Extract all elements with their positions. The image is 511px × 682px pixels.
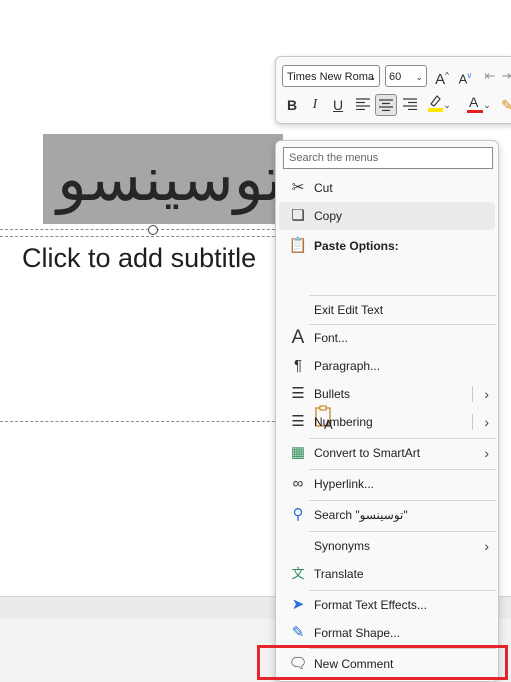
clipboard-icon: 📋 (288, 237, 308, 254)
align-right-button[interactable] (399, 94, 421, 116)
menu-item-label: Format Text Effects... (314, 598, 427, 612)
scissors-icon: ✂ (291, 179, 305, 196)
smartart-icon: ▦ (290, 444, 306, 461)
shrink-font-button[interactable]: Av (454, 65, 476, 87)
format-shape-icon: ✎ (291, 624, 305, 641)
menu-item-search[interactable]: ⚲ Search "توسینسو" (279, 501, 495, 529)
font-name-dropdown[interactable]: Times New Roma ⌄ (282, 65, 380, 87)
font-size-dropdown[interactable]: 60 ⌄ (385, 65, 427, 87)
split-divider (472, 414, 473, 430)
chevron-right-icon: › (484, 445, 489, 461)
subtitle-placeholder[interactable]: Click to add subtitle (22, 243, 282, 274)
new-comment-highlight (257, 645, 508, 680)
menu-item-hyperlink[interactable]: ∞ Hyperlink... (279, 470, 495, 498)
title-border-dotted (0, 229, 290, 230)
context-menu: Search the menus ✂ Cut ❏ Copy 📋 Paste Op… (275, 140, 499, 682)
menu-item-label: Numbering (314, 415, 373, 429)
font-color-swatch (467, 110, 483, 113)
menu-item-format-text-effects[interactable]: ➤ Format Text Effects... (279, 591, 495, 619)
chevron-down-icon: ⌄ (415, 72, 423, 82)
translate-icon: 文 (291, 566, 305, 581)
menu-item-label: Paste Options: (314, 239, 399, 253)
menu-item-translate[interactable]: 文 Translate (279, 560, 495, 588)
mini-toolbar: Times New Roma ⌄ 60 ⌄ A^ Av ⇤ ⇥ B I U ⌄ … (275, 56, 511, 124)
link-icon: ∞ (292, 475, 304, 492)
chevron-down-icon[interactable]: ⌄ (482, 94, 492, 116)
menu-item-label: Paragraph... (314, 359, 381, 373)
menu-item-convert-smartart[interactable]: ▦ Convert to SmartArt › (279, 439, 495, 467)
align-center-icon (379, 99, 393, 112)
grow-font-icon: A (435, 71, 446, 88)
font-icon: A (291, 327, 305, 348)
underline-button[interactable]: U (327, 94, 349, 116)
menu-item-cut[interactable]: ✂ Cut (279, 174, 495, 202)
align-left-button[interactable] (352, 94, 374, 116)
chevron-right-icon[interactable]: › (484, 408, 489, 436)
grow-font-button[interactable]: A^ (431, 65, 453, 88)
menu-item-paste-options: 📋 Paste Options: (279, 232, 495, 260)
bold-button[interactable]: B (281, 94, 303, 116)
title-text[interactable]: توسینسو (43, 134, 283, 224)
menu-item-label: Copy (314, 209, 343, 223)
resize-handle[interactable] (148, 225, 158, 235)
menu-search-input[interactable]: Search the menus (283, 147, 493, 169)
format-painter-button[interactable]: ✎ (500, 94, 511, 116)
align-right-icon (403, 98, 417, 111)
copy-icon: ❏ (291, 207, 305, 224)
menu-item-label: Exit Edit Text (314, 303, 384, 317)
menu-item-label: Cut (314, 181, 333, 195)
menu-item-label: Font... (314, 331, 349, 345)
menu-item-bullets[interactable]: ☰ Bullets › (279, 380, 495, 408)
increase-indent-button[interactable]: ⇥ (500, 65, 511, 87)
decrease-indent-button[interactable]: ⇤ (479, 65, 501, 87)
highlighter-icon (428, 95, 443, 112)
text-effects-icon: ➤ (291, 596, 305, 613)
font-size-value: 60 (389, 71, 402, 83)
menu-item-font[interactable]: A Font... (279, 324, 495, 352)
bullets-icon: ☰ (291, 385, 305, 402)
split-divider (472, 386, 473, 402)
chevron-right-icon[interactable]: › (484, 380, 489, 408)
align-left-icon (356, 98, 370, 111)
title-placeholder[interactable]: توسینسو (43, 134, 283, 224)
menu-item-paragraph[interactable]: ¶ Paragraph... (279, 352, 495, 380)
align-center-button[interactable] (375, 94, 397, 116)
menu-item-label: Convert to SmartArt (314, 446, 421, 460)
paragraph-icon: ¶ (293, 357, 303, 374)
menu-item-numbering[interactable]: ☰ Numbering › (279, 408, 495, 436)
menu-item-label: Bullets (314, 387, 351, 401)
menu-item-label: Hyperlink... (314, 477, 375, 491)
chevron-down-icon: ⌄ (368, 72, 376, 82)
numbering-icon: ☰ (291, 413, 305, 430)
menu-item-label: Search "توسینسو" (314, 508, 408, 522)
menu-item-label: Translate (314, 567, 364, 581)
menu-item-copy[interactable]: ❏ Copy (279, 202, 495, 230)
subtitle-border-bottom (0, 421, 290, 422)
subtitle-border-top (0, 236, 290, 237)
menu-item-exit-edit-text[interactable]: Exit Edit Text (279, 296, 495, 324)
font-name-value: Times New Roma (287, 71, 374, 83)
italic-button[interactable]: I (304, 94, 326, 116)
menu-item-label: Format Shape... (314, 626, 401, 640)
menu-item-synonyms[interactable]: Synonyms › (279, 532, 495, 560)
menu-item-format-shape[interactable]: ✎ Format Shape... (279, 619, 495, 647)
chevron-right-icon: › (484, 538, 489, 554)
menu-item-label: Synonyms (314, 539, 371, 553)
search-icon: ⚲ (292, 506, 304, 523)
chevron-down-icon[interactable]: ⌄ (442, 94, 452, 116)
